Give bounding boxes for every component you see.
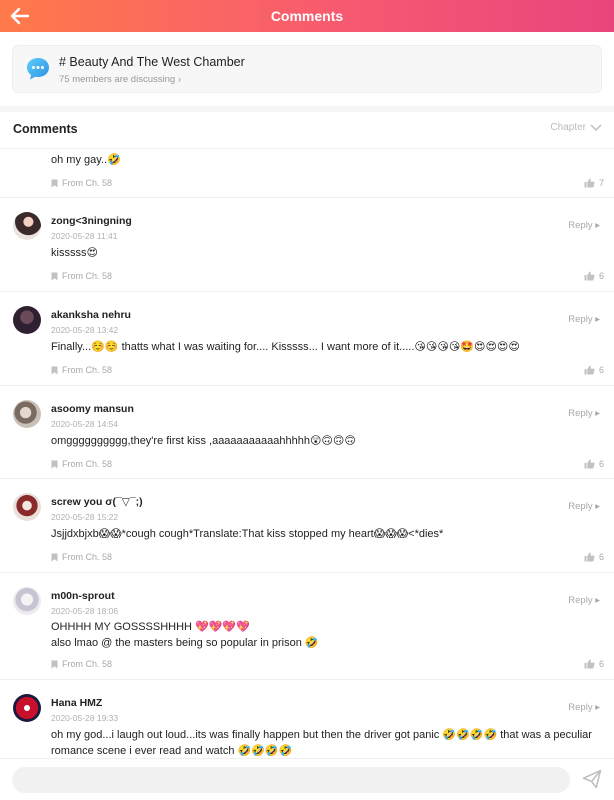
comment-item: asoomy mansun 2020-05-28 14:54 Reply ▸ o… — [0, 386, 614, 479]
comment-text: OHHHH MY GOSSSSHHHH 💖💖💖💖 also lmao @ the… — [51, 621, 319, 649]
like-button[interactable]: 6 — [584, 659, 604, 669]
reply-button[interactable]: Reply ▸ — [568, 408, 600, 419]
thumbs-up-icon — [584, 659, 595, 669]
like-count: 6 — [598, 365, 604, 375]
chapter-source-link[interactable]: From Ch. 58 — [51, 459, 112, 469]
bookmark-icon — [51, 366, 58, 374]
like-count: 6 — [598, 552, 604, 562]
reply-button[interactable]: Reply ▸ — [568, 595, 600, 606]
chapter-filter-button[interactable]: Chapter — [550, 122, 602, 133]
thumbs-up-icon — [584, 271, 595, 281]
username[interactable]: screw you σ(¯▽¯;) — [51, 496, 143, 508]
like-button[interactable]: 7 — [584, 178, 604, 188]
username[interactable]: zong<3ningning — [51, 215, 132, 227]
back-arrow-icon[interactable] — [8, 4, 32, 28]
reply-button[interactable]: Reply ▸ — [568, 220, 600, 231]
username[interactable]: m00n-sprout — [51, 590, 115, 602]
chapter-source-link[interactable]: From Ch. 58 — [51, 271, 112, 281]
user-avatar[interactable] — [13, 694, 41, 722]
comment-input[interactable] — [12, 767, 570, 793]
reply-button[interactable]: Reply ▸ — [568, 501, 600, 512]
chapter-source-link[interactable]: From Ch. 58 — [51, 659, 112, 669]
like-count: 6 — [598, 459, 604, 469]
comment-text: oh my gay..🤣 — [51, 154, 121, 166]
top-bar: Comments — [0, 0, 614, 32]
bookmark-icon — [51, 660, 58, 668]
comment-date: 2020-05-28 14:54 — [51, 419, 119, 429]
like-count: 6 — [598, 271, 604, 281]
thumbs-up-icon — [584, 178, 595, 188]
user-avatar[interactable] — [13, 400, 41, 428]
comment-date: 2020-05-28 11:41 — [51, 231, 118, 241]
members-count-text: 75 members are discussing — [59, 74, 176, 85]
comment-date: 2020-05-28 19:33 — [51, 713, 119, 723]
comment-date: 2020-05-28 18:06 — [51, 606, 119, 616]
discussion-card[interactable]: # Beauty And The West Chamber 75 members… — [12, 45, 602, 93]
user-avatar[interactable] — [13, 587, 41, 615]
like-count: 6 — [598, 659, 604, 669]
reply-button[interactable]: Reply ▸ — [568, 702, 600, 713]
thumbs-up-icon — [584, 552, 595, 562]
user-avatar[interactable] — [13, 212, 41, 240]
chapter-source-link[interactable]: From Ch. 58 — [51, 365, 112, 375]
comment-text: kisssss😍 — [51, 247, 98, 259]
chapter-source-link[interactable]: From Ch. 58 — [51, 552, 112, 562]
page-title: Comments — [270, 8, 344, 24]
comment-item: zong<3ningning 2020-05-28 11:41 Reply ▸ … — [0, 198, 614, 292]
username[interactable]: asoomy mansun — [51, 403, 134, 415]
discussion-members: 75 members are discussing › — [59, 74, 181, 85]
chapter-filter-label: Chapter — [550, 122, 586, 133]
chevron-right-icon: › — [178, 74, 182, 84]
bookmark-icon — [51, 460, 58, 468]
comment-item: akanksha nehru 2020-05-28 13:42 Reply ▸ … — [0, 292, 614, 386]
comment-list[interactable]: oh my gay..🤣 From Ch. 58 7 zong<3ningnin… — [0, 148, 614, 758]
comment-text: oh my god...i laugh out loud...its was f… — [51, 729, 592, 757]
username[interactable]: Hana HMZ — [51, 697, 102, 709]
section-divider — [0, 106, 614, 112]
comment-item: screw you σ(¯▽¯;) 2020-05-28 15:22 Reply… — [0, 479, 614, 573]
like-button[interactable]: 6 — [584, 365, 604, 375]
comment-text: Finally...☺️☺️ thatts what I was waiting… — [51, 341, 520, 353]
comment-text: omgggggggggg,they're first kiss ,aaaaaaa… — [51, 435, 356, 447]
comment-item: m00n-sprout 2020-05-28 18:06 Reply ▸ OHH… — [0, 573, 614, 680]
comment-item: Hana HMZ 2020-05-28 19:33 Reply ▸ oh my … — [0, 680, 614, 758]
comment-composer — [0, 758, 614, 800]
user-avatar[interactable] — [13, 306, 41, 334]
comments-heading: Comments — [13, 122, 78, 136]
like-button[interactable]: 6 — [584, 271, 604, 281]
thumbs-up-icon — [584, 459, 595, 469]
chevron-down-icon — [590, 124, 602, 132]
reply-button[interactable]: Reply ▸ — [568, 314, 600, 325]
user-avatar[interactable] — [13, 493, 41, 521]
chat-bubble-icon — [27, 58, 49, 80]
bookmark-icon — [51, 179, 58, 187]
like-count: 7 — [598, 178, 604, 188]
like-button[interactable]: 6 — [584, 459, 604, 469]
like-button[interactable]: 6 — [584, 552, 604, 562]
thumbs-up-icon — [584, 365, 595, 375]
comment-text: Jsjjdxbjxb😱😱*cough cough*Translate:That … — [51, 528, 444, 540]
comment-item: oh my gay..🤣 From Ch. 58 7 — [0, 149, 614, 198]
username[interactable]: akanksha nehru — [51, 309, 131, 321]
chapter-source-link[interactable]: From Ch. 58 — [51, 178, 112, 188]
bookmark-icon — [51, 272, 58, 280]
discussion-title: # Beauty And The West Chamber — [59, 55, 245, 69]
comment-date: 2020-05-28 15:22 — [51, 512, 119, 522]
send-icon[interactable] — [582, 769, 602, 789]
bookmark-icon — [51, 553, 58, 561]
comment-date: 2020-05-28 13:42 — [51, 325, 119, 335]
